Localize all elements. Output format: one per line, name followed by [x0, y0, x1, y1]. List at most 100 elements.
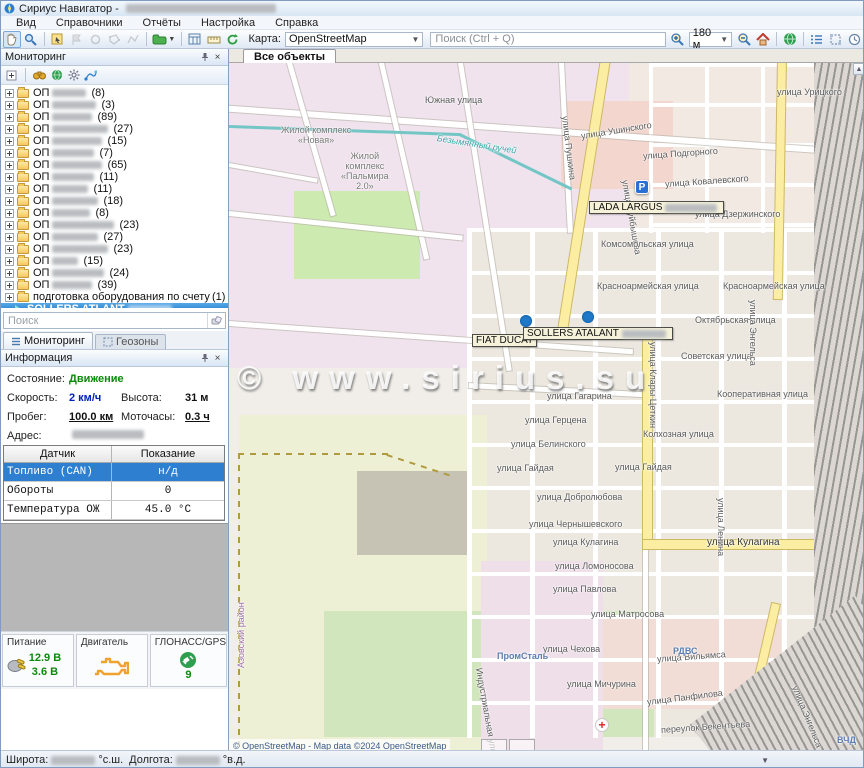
zoom-in-button[interactable]: [668, 31, 686, 48]
vehicle-label[interactable]: SOLLERS ATALANT: [523, 327, 673, 340]
zoom-out-button[interactable]: [735, 31, 753, 48]
expand-icon[interactable]: [5, 269, 14, 278]
tree-item[interactable]: SOLLERS ATLANT: [1, 303, 228, 308]
menu-item-2[interactable]: Отчёты: [134, 16, 190, 30]
tree-globe-button[interactable]: [50, 69, 63, 82]
vehicle-label[interactable]: LADA LARGUS: [589, 201, 724, 214]
tree-item[interactable]: ОП(8): [1, 207, 228, 219]
expand-icon[interactable]: [5, 137, 14, 146]
expand-icon[interactable]: [5, 221, 14, 230]
geo-tool-4-button[interactable]: [124, 31, 142, 48]
pin-button[interactable]: [198, 352, 211, 365]
menu-item-0[interactable]: Вид: [7, 16, 45, 30]
tree-item[interactable]: ОП(7): [1, 147, 228, 159]
window-title: Сириус Навигатор -: [19, 3, 119, 15]
search-input[interactable]: Поиск (Ctrl + Q): [430, 32, 665, 47]
close-button[interactable]: ×: [211, 51, 224, 64]
pan-tool-button[interactable]: [3, 31, 21, 48]
sidebar-search[interactable]: Поиск: [3, 312, 226, 329]
status-expand-icon[interactable]: ▼: [761, 756, 769, 765]
map-canvas[interactable]: улица УрицкогоЮжная улицаулица Пушкинаул…: [229, 63, 864, 768]
select-tool-button[interactable]: [49, 31, 67, 48]
tab-geozones[interactable]: Геозоны: [95, 334, 166, 349]
vehicle-marker-dot[interactable]: [582, 311, 594, 323]
expand-icon[interactable]: [5, 245, 14, 254]
pin-button[interactable]: [198, 51, 211, 64]
tree-item[interactable]: ОП(8): [1, 87, 228, 99]
tree-item[interactable]: ОП(27): [1, 231, 228, 243]
tree-item[interactable]: ОП(11): [1, 183, 228, 195]
street-label: Комсомольская улица: [601, 239, 694, 249]
scale-combo[interactable]: 180 м ▼: [689, 32, 732, 47]
tree-item[interactable]: ОП(27): [1, 123, 228, 135]
mileage-value[interactable]: 100.0 км: [69, 411, 121, 423]
tree-item[interactable]: ОП(39): [1, 279, 228, 291]
tree-item-count: (1): [212, 291, 225, 303]
map-scroll-up-button[interactable]: ▲: [853, 63, 864, 75]
tab-monitoring[interactable]: Мониторинг: [3, 332, 93, 349]
expand-icon[interactable]: [5, 149, 14, 158]
tree-item[interactable]: ОП(89): [1, 111, 228, 123]
map-tab-all-objects[interactable]: Все объекты: [243, 49, 336, 63]
tree-item[interactable]: ОП(11): [1, 171, 228, 183]
geo-tool-1-button[interactable]: [67, 31, 85, 48]
sensor-col-header[interactable]: Датчик: [4, 446, 112, 462]
expand-icon[interactable]: [5, 173, 14, 182]
tree-settings-button[interactable]: [67, 69, 80, 82]
history-button[interactable]: [845, 31, 863, 48]
hours-value[interactable]: 0.3 ч: [185, 411, 210, 423]
menu-item-1[interactable]: Справочники: [47, 16, 132, 30]
vehicle-marker-dot[interactable]: [520, 315, 532, 327]
tree-item[interactable]: ОП(24): [1, 267, 228, 279]
tree-item[interactable]: ОП(15): [1, 255, 228, 267]
menu-item-3[interactable]: Настройка: [192, 16, 264, 30]
expand-icon[interactable]: [5, 293, 14, 302]
expand-icon[interactable]: [5, 257, 14, 266]
sensor-row[interactable]: Топливо (CAN)н/д: [4, 463, 224, 482]
sensor-row[interactable]: Температура ОЖ45.0 °C: [4, 501, 224, 520]
tree-item[interactable]: ОП(23): [1, 243, 228, 255]
tree-item[interactable]: ОП(18): [1, 195, 228, 207]
expand-icon[interactable]: [5, 125, 14, 134]
info-panel-title: Информация: [5, 352, 72, 364]
tree-item-redacted: [128, 305, 172, 308]
expand-icon[interactable]: [5, 209, 14, 218]
expand-icon[interactable]: [5, 113, 14, 122]
expand-icon[interactable]: [5, 233, 14, 242]
selection-area-button[interactable]: [826, 31, 844, 48]
tree-item[interactable]: ОП(15): [1, 135, 228, 147]
grid-view-button[interactable]: [186, 31, 204, 48]
track-button[interactable]: [84, 69, 97, 82]
tree-item[interactable]: подготовка оборудования по счету(1): [1, 291, 228, 303]
expand-icon[interactable]: [5, 161, 14, 170]
list-button[interactable]: [808, 31, 826, 48]
tree-item[interactable]: ОП(65): [1, 159, 228, 171]
value-col-header[interactable]: Показание: [112, 446, 224, 462]
globe-button[interactable]: [781, 31, 799, 48]
gps-gauge: ГЛОНАСС/GPS 9: [150, 634, 227, 687]
tree-item[interactable]: ОП(3): [1, 99, 228, 111]
list-icon: [810, 34, 823, 45]
expand-icon[interactable]: [5, 197, 14, 206]
expand-icon[interactable]: [5, 281, 14, 290]
expand-all-button[interactable]: [5, 69, 18, 82]
geo-tool-2-button[interactable]: [86, 31, 104, 48]
state-label: Состояние:: [7, 373, 69, 385]
map-select-combo[interactable]: OpenStreetMap ▼: [285, 32, 423, 47]
expand-icon[interactable]: [5, 185, 14, 194]
ruler-button[interactable]: [205, 31, 223, 48]
tree-item[interactable]: ОП(23): [1, 219, 228, 231]
menu-item-4[interactable]: Справка: [266, 16, 327, 30]
zoom-tool-button[interactable]: [22, 31, 40, 48]
close-button[interactable]: ×: [211, 352, 224, 365]
power-gauge-title: Питание: [3, 637, 73, 648]
binoculars-button[interactable]: [33, 69, 46, 82]
geo-tool-3-button[interactable]: [105, 31, 123, 48]
home-button[interactable]: [754, 31, 772, 48]
layers-button[interactable]: ▼: [151, 31, 177, 48]
expand-icon[interactable]: [5, 89, 14, 98]
expand-icon[interactable]: [5, 101, 14, 110]
refresh-button[interactable]: [224, 31, 242, 48]
sensor-row[interactable]: Обороты0: [4, 482, 224, 501]
clear-search-button[interactable]: [207, 313, 225, 328]
